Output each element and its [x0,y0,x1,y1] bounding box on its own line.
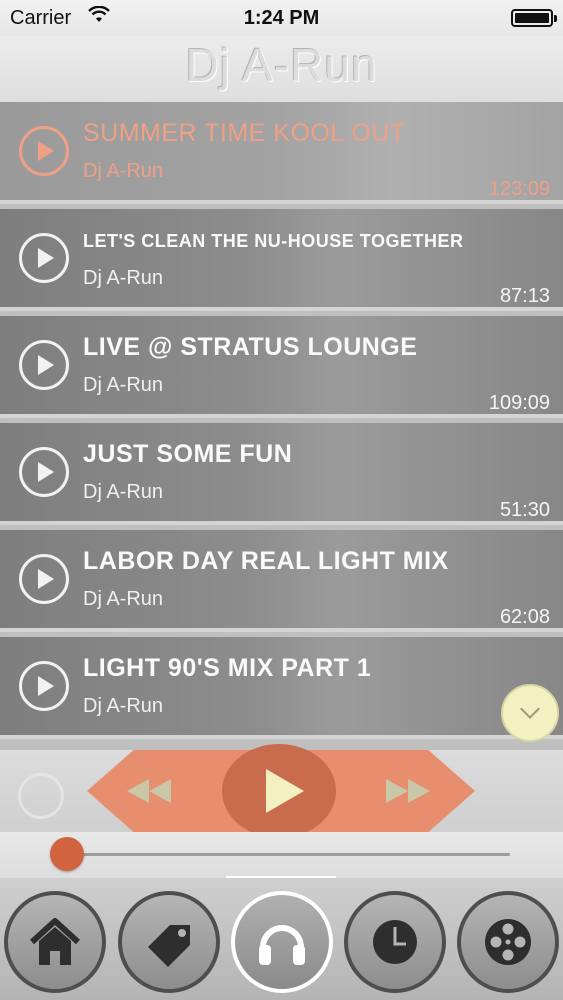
track-row[interactable]: LIGHT 90'S MIX PART 1 Dj A-Run 11 [0,637,563,739]
track-duration: 62:08 [499,606,550,628]
track-duration: 123:09 [488,178,550,200]
track-row[interactable]: SUMMER TIME KOOL OUT Dj A-Run 123:09 [0,102,563,204]
battery-icon [511,9,557,27]
tab-history[interactable] [344,891,446,993]
track-row[interactable]: LIVE @ STRATUS LOUNGE Dj A-Run 109:09 [0,316,563,418]
progress-slider-thumb[interactable] [50,837,85,871]
track-title: LABOR DAY REAL LIGHT MIX [83,547,449,575]
track-title: LIVE @ STRATUS LOUNGE [83,333,418,361]
scroll-down-chevron-icon[interactable] [501,684,559,742]
fast-forward-button[interactable] [386,774,436,808]
tab-music[interactable] [231,891,333,993]
track-row[interactable]: LET'S CLEAN THE NU-HOUSE TOGETHER Dj A-R… [0,209,563,311]
track-artist: Dj A-Run [83,695,164,717]
track-title: JUST SOME FUN [83,440,293,468]
play-track-icon[interactable] [19,447,69,497]
track-artist: Dj A-Run [83,267,164,289]
player-controls [0,744,563,838]
track-artist: Dj A-Run [83,160,164,182]
tag-icon [148,925,190,967]
progress-track[interactable] [58,853,510,856]
page-title: Dj A-Run [185,39,378,91]
track-title: LIGHT 90'S MIX PART 1 [83,654,372,682]
progress-area [0,832,563,879]
tab-bar [0,878,563,1000]
play-track-icon[interactable] [19,233,69,283]
play-circle-icon [18,773,64,819]
track-duration: 87:13 [499,285,550,307]
headphones-icon [259,925,305,965]
clock-time: 1:24 PM [243,7,320,29]
app-header: Dj A-Run [0,36,563,102]
track-title: LET'S CLEAN THE NU-HOUSE TOGETHER [83,231,464,251]
play-track-icon[interactable] [19,554,69,604]
play-track-icon[interactable] [19,340,69,390]
tab-tags[interactable] [118,891,220,993]
status-bar: Carrier 1:24 PM [0,0,563,36]
track-artist: Dj A-Run [83,588,164,610]
track-artist: Dj A-Run [83,374,164,396]
play-track-icon[interactable] [19,126,69,176]
track-row[interactable]: JUST SOME FUN Dj A-Run 51:30 [0,423,563,525]
rewind-button[interactable] [127,774,177,808]
home-icon [29,918,81,965]
clock-icon [373,920,417,964]
film-reel-icon [485,919,531,965]
play-track-icon[interactable] [19,661,69,711]
track-duration: 109:09 [488,392,550,414]
tab-home[interactable] [4,891,106,993]
track-row[interactable]: LABOR DAY REAL LIGHT MIX Dj A-Run 62:08 [0,530,563,632]
track-artist: Dj A-Run [83,481,164,503]
track-duration: 51:30 [499,499,550,521]
tab-videos[interactable] [457,891,559,993]
track-title: SUMMER TIME KOOL OUT [83,119,406,147]
track-list[interactable]: SUMMER TIME KOOL OUT Dj A-Run 123:09 LET… [0,102,563,750]
play-button[interactable] [222,744,336,838]
